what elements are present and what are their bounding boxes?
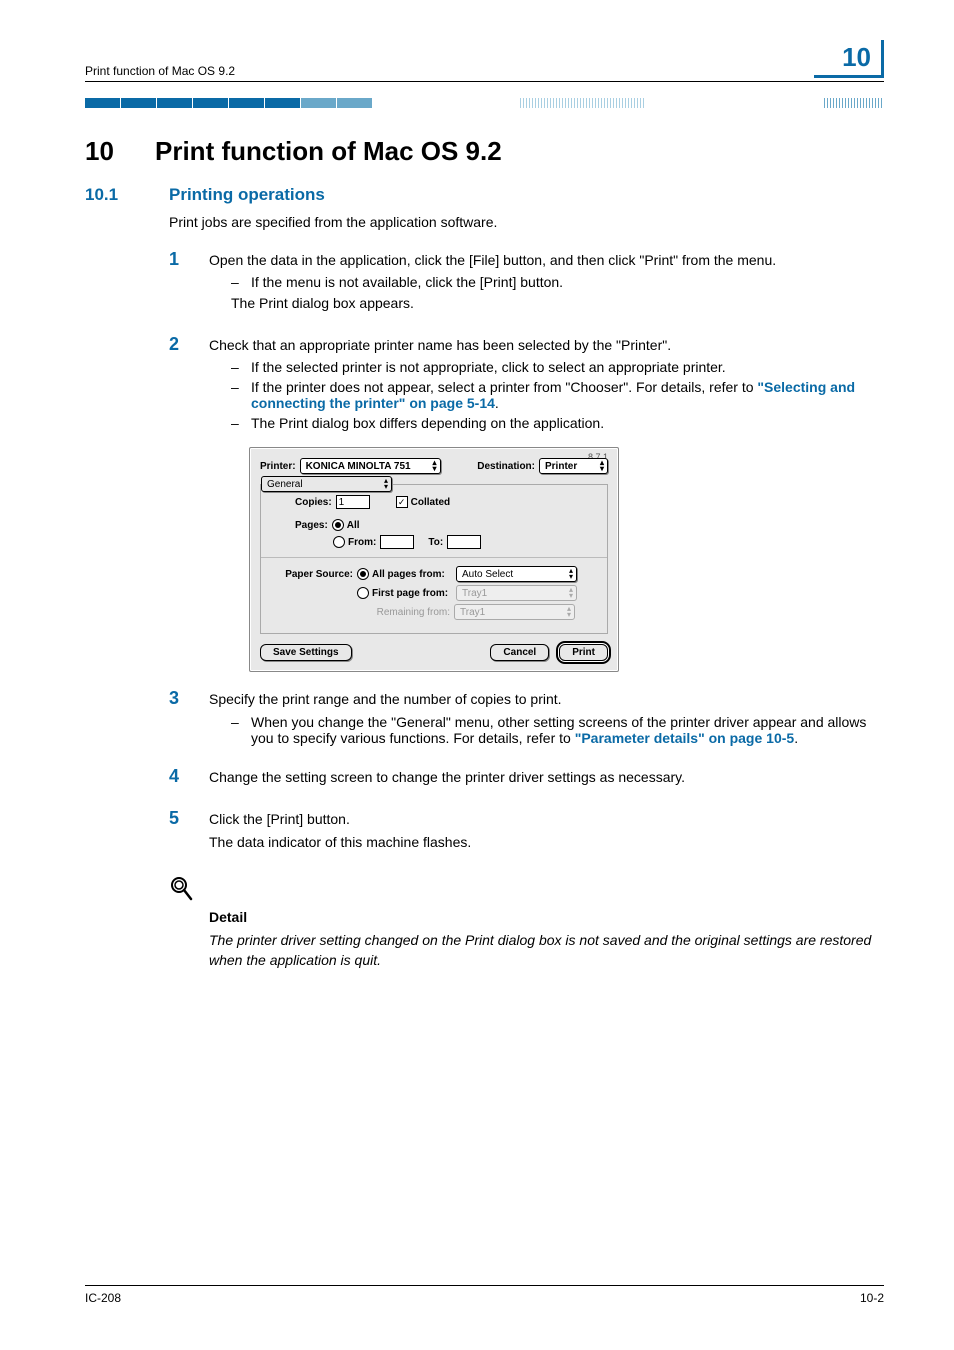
decorative-bar bbox=[85, 98, 884, 108]
papersource-all-radio[interactable] bbox=[357, 568, 369, 580]
cancel-button[interactable]: Cancel bbox=[490, 644, 549, 661]
papersource-all-label: All pages from: bbox=[372, 569, 452, 580]
papersource-remaining-popup: Tray1▴▾ bbox=[454, 604, 575, 620]
dash: – bbox=[231, 379, 251, 411]
papersource-remaining-label: Remaining from: bbox=[370, 607, 454, 618]
print-dialog: 8.7.1 Printer: KONICA MINOLTA 751▴▾ Dest… bbox=[249, 447, 619, 672]
step-2-sub2: If the printer does not appear, select a… bbox=[251, 379, 884, 411]
step-1-text: Open the data in the application, click … bbox=[209, 251, 884, 271]
running-head: Print function of Mac OS 9.2 bbox=[85, 64, 235, 78]
papersource-all-popup[interactable]: Auto Select▴▾ bbox=[456, 566, 577, 582]
footer-page: 10-2 bbox=[860, 1291, 884, 1305]
section-intro: Print jobs are specified from the applic… bbox=[169, 213, 884, 233]
printer-label: Printer: bbox=[260, 461, 296, 472]
step-4-text: Change the setting screen to change the … bbox=[209, 768, 884, 788]
step-3-sub1: When you change the "General" menu, othe… bbox=[251, 714, 884, 746]
chapter-title: Print function of Mac OS 9.2 bbox=[155, 136, 502, 167]
detail-text: The printer driver setting changed on th… bbox=[209, 931, 884, 970]
detail-heading: Detail bbox=[209, 908, 884, 928]
step-5-text: Click the [Print] button. bbox=[209, 810, 884, 830]
copies-input[interactable]: 1 bbox=[336, 495, 370, 509]
printer-popup[interactable]: KONICA MINOLTA 751▴▾ bbox=[300, 458, 441, 474]
settings-tab-popup[interactable]: General▴▾ bbox=[261, 476, 392, 492]
section-number: 10.1 bbox=[85, 185, 169, 205]
step-1-after: The Print dialog box appears. bbox=[231, 294, 884, 314]
dash: – bbox=[231, 274, 251, 290]
save-settings-button[interactable]: Save Settings bbox=[260, 644, 352, 661]
step-1-sub1: If the menu is not available, click the … bbox=[251, 274, 884, 290]
step-4-number: 4 bbox=[169, 766, 209, 787]
destination-popup[interactable]: Printer▴▾ bbox=[539, 458, 608, 474]
footer-left: IC-208 bbox=[85, 1291, 121, 1305]
step-5-number: 5 bbox=[169, 808, 209, 829]
step-2-number: 2 bbox=[169, 334, 209, 355]
magnifier-icon bbox=[169, 875, 199, 904]
pages-from-radio[interactable] bbox=[333, 536, 345, 548]
print-button[interactable]: Print bbox=[559, 644, 608, 661]
step-1-number: 1 bbox=[169, 249, 209, 270]
copies-label: Copies: bbox=[295, 497, 332, 508]
papersource-label: Paper Source: bbox=[269, 569, 353, 580]
pages-label: Pages: bbox=[295, 520, 328, 531]
step-5-after: The data indicator of this machine flash… bbox=[209, 833, 884, 853]
dash: – bbox=[231, 415, 251, 431]
step-3-text: Specify the print range and the number o… bbox=[209, 690, 884, 710]
section-title: Printing operations bbox=[169, 185, 325, 205]
dash: – bbox=[231, 714, 251, 746]
pages-to-input[interactable] bbox=[447, 535, 481, 549]
papersource-first-popup: Tray1▴▾ bbox=[456, 585, 577, 601]
pages-from-label: From: bbox=[348, 537, 376, 548]
step-2-sub1: If the selected printer is not appropria… bbox=[251, 359, 884, 375]
chapter-number-top: 10 bbox=[814, 40, 884, 78]
step-3-number: 3 bbox=[169, 688, 209, 709]
pages-all-label: All bbox=[347, 520, 360, 531]
pages-all-radio[interactable] bbox=[332, 519, 344, 531]
dash: – bbox=[231, 359, 251, 375]
chapter-number: 10 bbox=[85, 136, 155, 167]
collated-checkbox[interactable]: ✓ Collated bbox=[396, 496, 454, 508]
pages-from-input[interactable] bbox=[380, 535, 414, 549]
destination-label: Destination: bbox=[477, 461, 535, 472]
xref-parameter-details[interactable]: "Parameter details" on page 10-5 bbox=[575, 730, 794, 746]
pages-to-label: To: bbox=[428, 537, 443, 548]
step-2-sub3: The Print dialog box differs depending o… bbox=[251, 415, 884, 431]
step-2-text: Check that an appropriate printer name h… bbox=[209, 336, 884, 356]
papersource-first-radio[interactable] bbox=[357, 587, 369, 599]
papersource-first-label: First page from: bbox=[372, 588, 452, 599]
